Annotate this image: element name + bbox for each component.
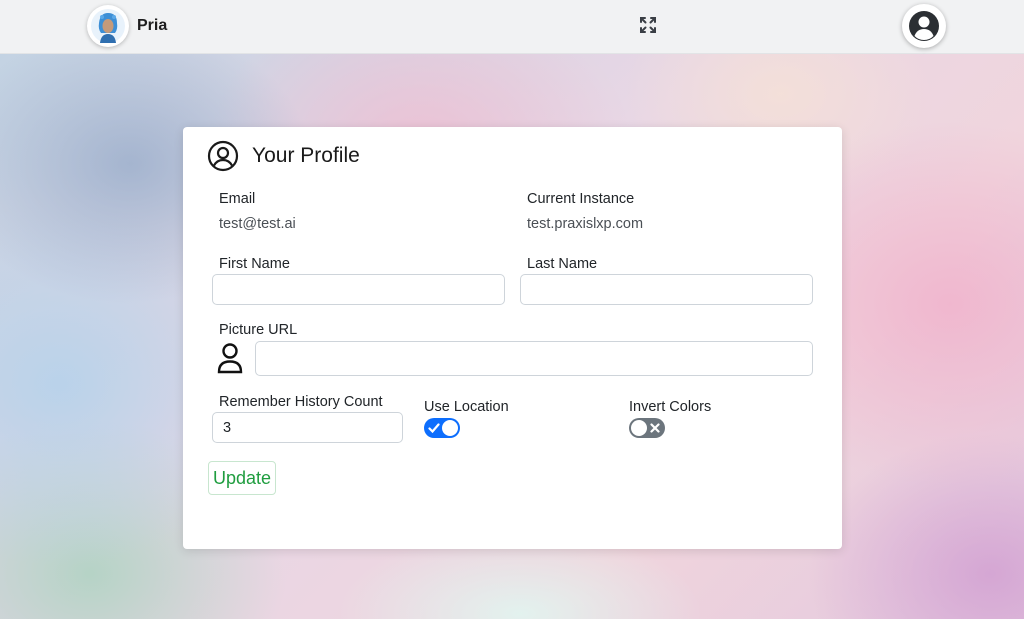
email-value: test@test.ai	[219, 216, 296, 232]
app-name: Pria	[137, 17, 168, 34]
use-location-toggle[interactable]	[424, 418, 460, 438]
invert-colors-label: Invert Colors	[629, 399, 712, 415]
use-location-label: Use Location	[424, 399, 509, 415]
user-menu-button[interactable]	[902, 4, 946, 48]
email-label: Email	[219, 191, 256, 207]
current-instance-value: test.praxislxp.com	[527, 216, 644, 232]
person-outline-icon	[217, 343, 243, 374]
card-header: Your Profile	[207, 140, 360, 172]
expand-arrows-icon[interactable]	[638, 15, 658, 35]
robot-avatar-icon	[87, 5, 129, 47]
last-name-label: Last Name	[527, 256, 598, 272]
user-circle-icon	[909, 11, 939, 41]
first-name-label: First Name	[219, 256, 290, 272]
last-name-field[interactable]	[520, 274, 813, 305]
history-count-field[interactable]	[212, 412, 403, 443]
check-icon	[428, 423, 440, 434]
update-button[interactable]: Update	[208, 461, 277, 495]
user-circle-outline-icon	[207, 140, 239, 172]
first-name-field[interactable]	[212, 274, 505, 305]
brand[interactable]: Pria	[87, 5, 167, 47]
top-navbar: Pria	[0, 0, 1024, 54]
invert-colors-toggle[interactable]	[629, 418, 665, 438]
close-icon	[650, 423, 660, 433]
picture-url-label: Picture URL	[219, 322, 298, 338]
page-title: Your Profile	[252, 144, 360, 167]
profile-card: Your Profile Email test@test.ai Current …	[183, 127, 842, 549]
picture-url-field[interactable]	[255, 341, 813, 376]
current-instance-label: Current Instance	[527, 191, 635, 207]
history-count-label: Remember History Count	[219, 394, 383, 410]
